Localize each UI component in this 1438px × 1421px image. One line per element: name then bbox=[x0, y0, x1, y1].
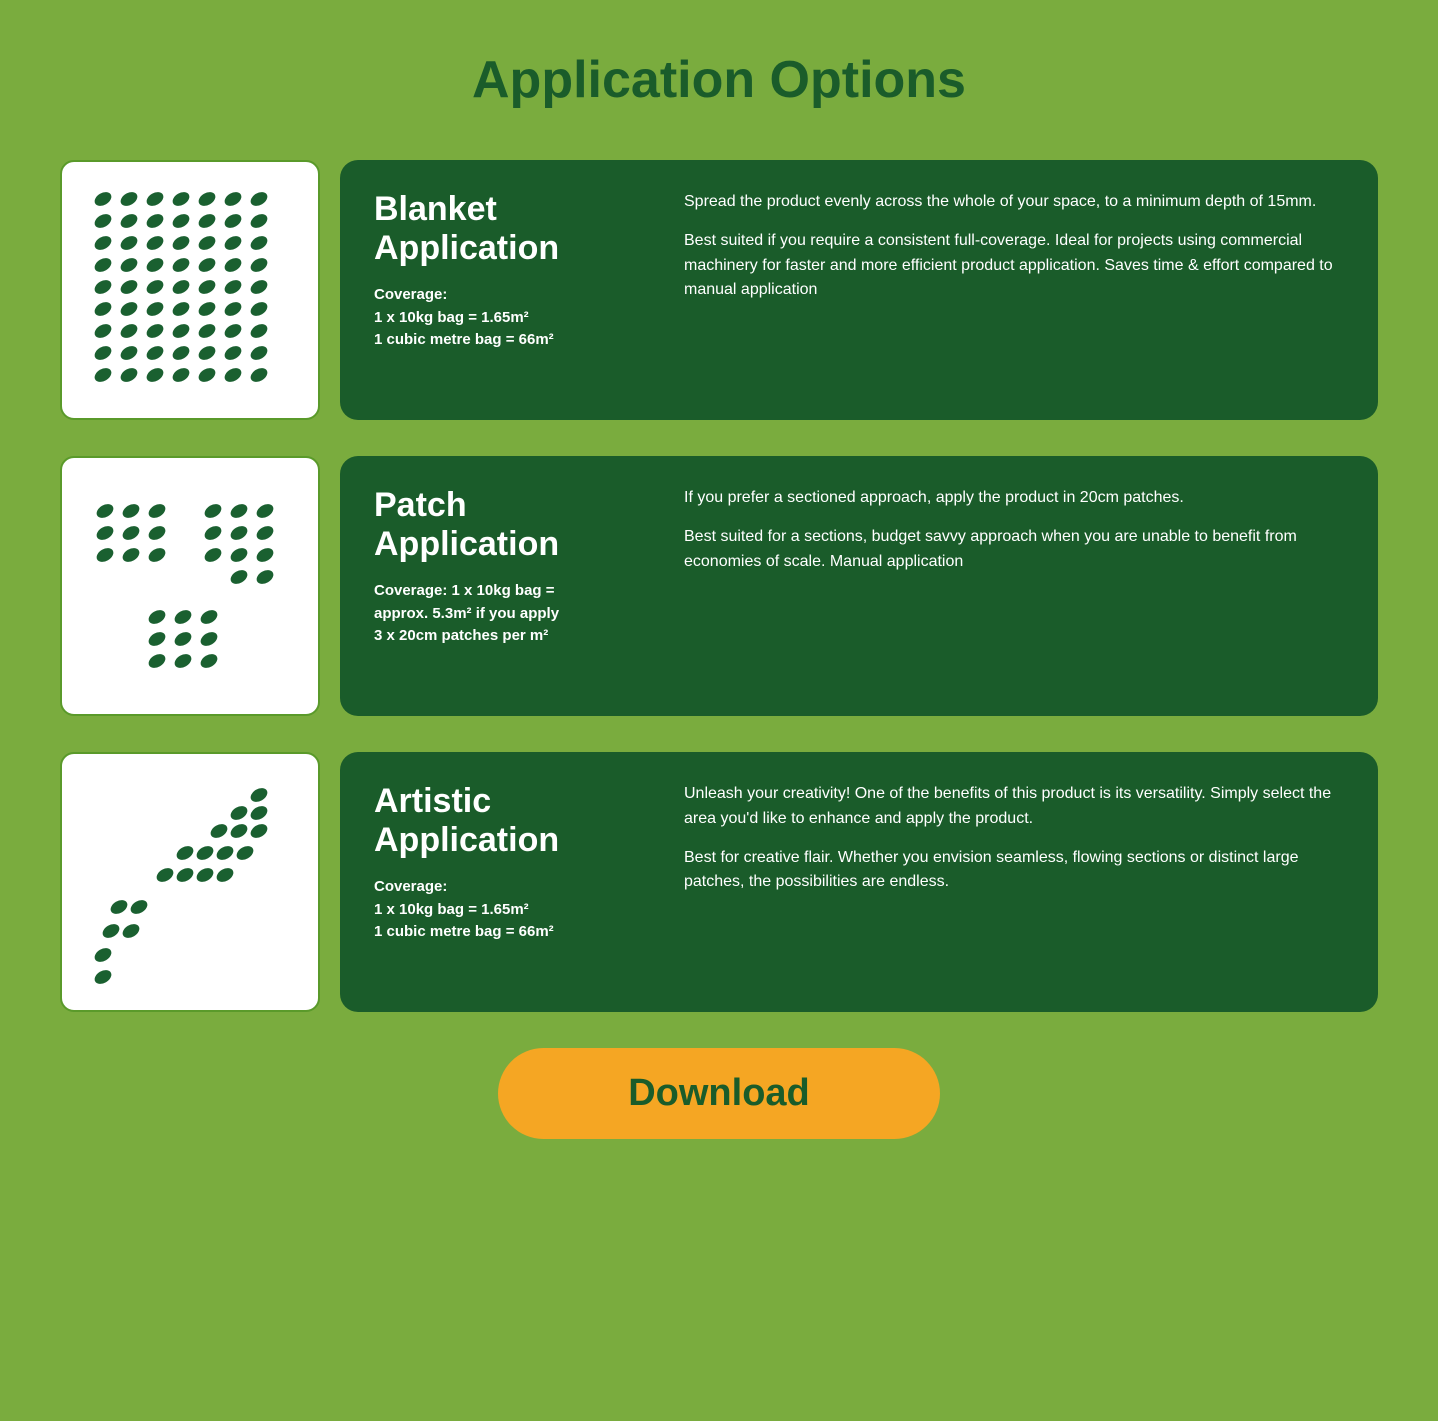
blanket-card-row: Blanket Application Coverage: 1 x 10kg b… bbox=[60, 160, 1378, 420]
blanket-pattern-svg bbox=[85, 185, 295, 395]
artistic-info-left: Artistic Application Coverage: 1 x 10kg … bbox=[374, 782, 654, 982]
patch-card-row: Patch Application Coverage: 1 x 10kg bag… bbox=[60, 456, 1378, 716]
artistic-pattern-svg bbox=[85, 777, 295, 987]
artistic-title: Artistic Application bbox=[374, 782, 654, 860]
artistic-card-row: Artistic Application Coverage: 1 x 10kg … bbox=[60, 752, 1378, 1012]
blanket-diagram bbox=[60, 160, 320, 420]
artistic-coverage: Coverage: 1 x 10kg bag = 1.65m² 1 cubic … bbox=[374, 876, 654, 944]
artistic-desc2: Best for creative flair. Whether you env… bbox=[684, 846, 1344, 896]
patch-diagram bbox=[60, 456, 320, 716]
blanket-info-right: Spread the product evenly across the who… bbox=[684, 190, 1344, 390]
artistic-diagram bbox=[60, 752, 320, 1012]
patch-info-right: If you prefer a sectioned approach, appl… bbox=[684, 486, 1344, 686]
artistic-info-right: Unleash your creativity! One of the bene… bbox=[684, 782, 1344, 982]
download-button[interactable]: Download bbox=[498, 1048, 940, 1139]
artistic-info-card: Artistic Application Coverage: 1 x 10kg … bbox=[340, 752, 1378, 1012]
patch-pattern-svg bbox=[85, 481, 295, 691]
patch-info-card: Patch Application Coverage: 1 x 10kg bag… bbox=[340, 456, 1378, 716]
blanket-title: Blanket Application bbox=[374, 190, 654, 268]
blanket-info-left: Blanket Application Coverage: 1 x 10kg b… bbox=[374, 190, 654, 390]
patch-coverage: Coverage: 1 x 10kg bag = approx. 5.3m² i… bbox=[374, 580, 654, 648]
page-title: Application Options bbox=[60, 40, 1378, 110]
blanket-desc2: Best suited if you require a consistent … bbox=[684, 229, 1344, 303]
artistic-desc1: Unleash your creativity! One of the bene… bbox=[684, 782, 1344, 832]
blanket-info-card: Blanket Application Coverage: 1 x 10kg b… bbox=[340, 160, 1378, 420]
patch-info-left: Patch Application Coverage: 1 x 10kg bag… bbox=[374, 486, 654, 686]
patch-desc2: Best suited for a sections, budget savvy… bbox=[684, 525, 1344, 575]
download-section: Download bbox=[60, 1048, 1378, 1139]
blanket-coverage: Coverage: 1 x 10kg bag = 1.65m² 1 cubic … bbox=[374, 284, 654, 352]
blanket-desc1: Spread the product evenly across the who… bbox=[684, 190, 1344, 215]
patch-title: Patch Application bbox=[374, 486, 654, 564]
patch-desc1: If you prefer a sectioned approach, appl… bbox=[684, 486, 1344, 511]
